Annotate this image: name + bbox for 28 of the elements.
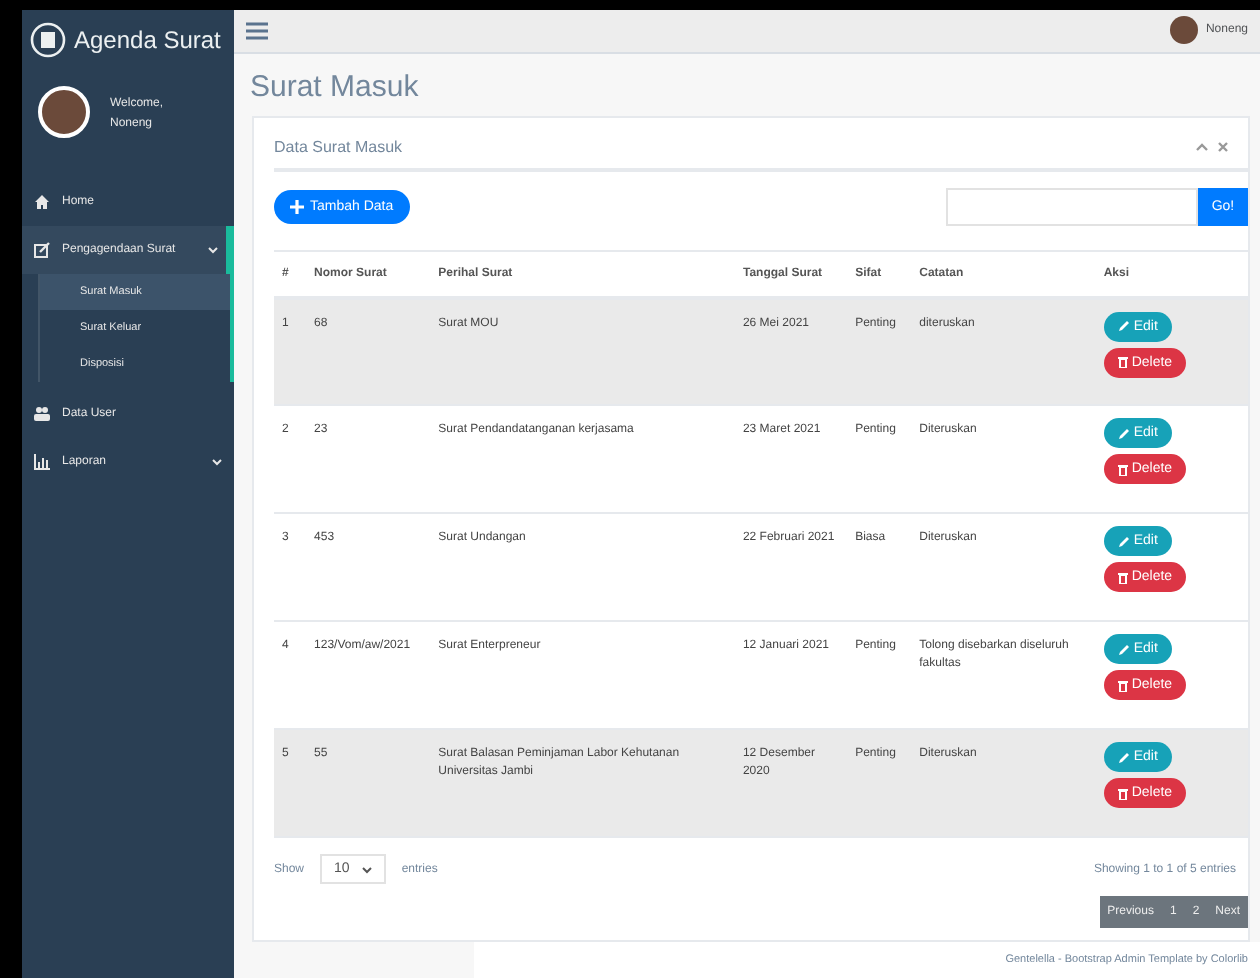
- chevron-down-icon: [208, 246, 218, 254]
- trash-icon: [1117, 463, 1128, 475]
- users-icon: [34, 406, 50, 422]
- panel-title: Data Surat Masuk: [274, 137, 403, 155]
- avatar: [38, 86, 90, 138]
- trash-icon: [1117, 571, 1128, 583]
- home-icon: [34, 194, 50, 210]
- pencil-icon: [1117, 320, 1130, 332]
- pencil-icon: [1117, 427, 1130, 439]
- pencil-icon: [1117, 751, 1130, 763]
- app-title: Agenda Surat: [74, 26, 221, 54]
- pencil-icon: [1117, 535, 1130, 547]
- collapse-icon[interactable]: [1196, 141, 1208, 151]
- pencil-icon: [1117, 643, 1130, 655]
- bar-chart-icon: [34, 454, 50, 470]
- chevron-down-icon: [212, 458, 222, 466]
- user-avatar: [1169, 16, 1198, 45]
- search-field[interactable]: [946, 187, 1198, 225]
- trash-icon: [1117, 679, 1128, 691]
- chevron-down-icon: [361, 865, 372, 873]
- trash-icon: [1117, 356, 1128, 368]
- close-icon[interactable]: [1218, 141, 1228, 151]
- plus-icon: [290, 199, 304, 213]
- page-title: Surat Masuk: [248, 67, 421, 107]
- edit-icon: [34, 242, 50, 258]
- menu-icon[interactable]: [246, 21, 268, 40]
- book-logo-icon: [30, 22, 66, 58]
- trash-icon: [1117, 787, 1128, 799]
